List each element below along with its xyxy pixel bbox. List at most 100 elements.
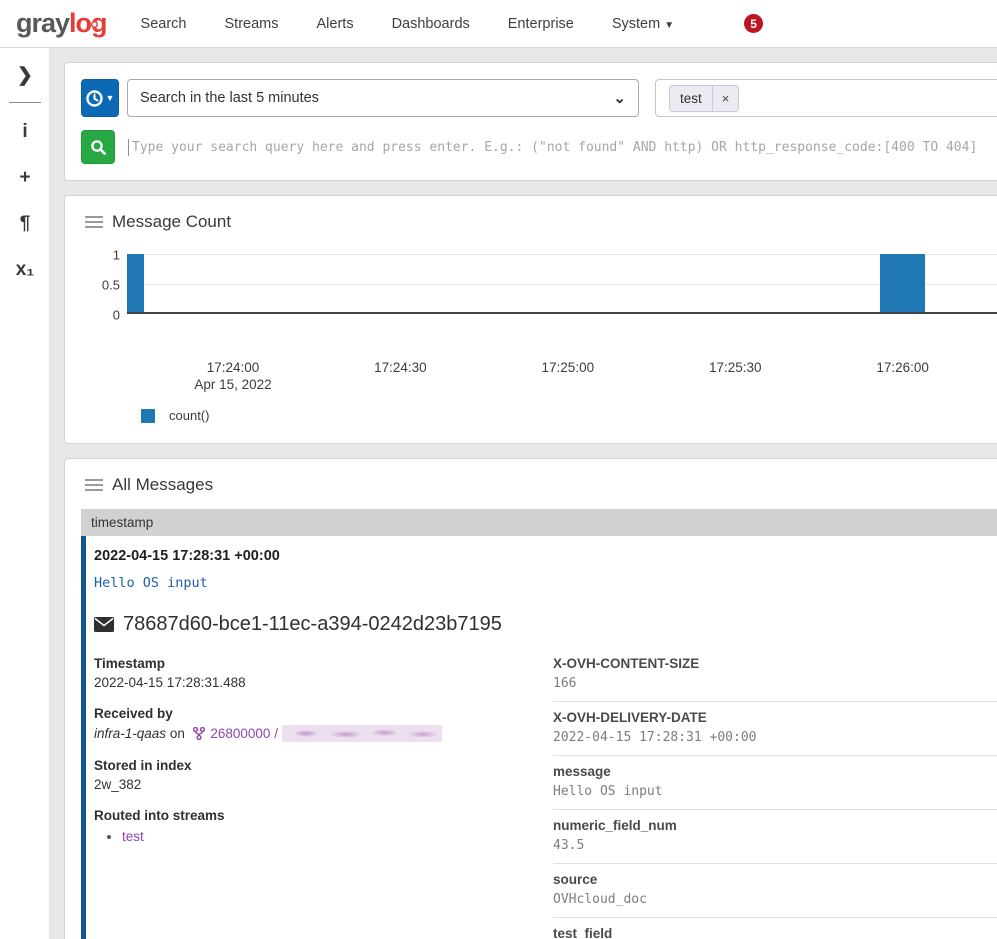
timerange-type-button[interactable]: ▼ <box>81 79 119 117</box>
routed-streams-list: test <box>122 829 527 844</box>
drag-handle-icon[interactable] <box>85 213 103 231</box>
streams-filter-input[interactable]: test× <box>655 79 997 117</box>
notification-badge[interactable]: 5 <box>744 14 763 33</box>
field-value: 166 <box>553 676 997 691</box>
field-value: Hello OS input <box>553 784 997 799</box>
nav-item-search[interactable]: Search <box>141 16 187 32</box>
chart-y-axis: 00.51 <box>85 254 125 316</box>
chart-gridline <box>127 254 997 255</box>
message-row: 2022-04-15 17:28:31 +00:00 Hello OS inpu… <box>81 536 997 939</box>
field-name[interactable]: X-OVH-DELIVERY-DATE <box>553 710 997 725</box>
timestamp-label: Timestamp <box>94 656 527 671</box>
timestamp-value: 2022-04-15 17:28:31.488 <box>94 675 527 690</box>
field-value: OVHcloud_doc <box>553 892 997 907</box>
search-submit-button[interactable] <box>81 130 115 164</box>
redacted-input-name <box>282 725 442 742</box>
field-value: 2022-04-15 17:28:31 +00:00 <box>553 730 997 745</box>
routed-stream-item: test <box>122 829 527 844</box>
chart-gridline <box>127 284 997 285</box>
subscript-icon[interactable]: x₁ <box>0 253 50 287</box>
query-placeholder: Type your search query here and press en… <box>132 140 977 155</box>
input-id-link[interactable]: 26800000 <box>210 726 270 741</box>
received-by-value: infra-1-qaas on 26800000 / <box>94 725 527 742</box>
nav-item-enterprise[interactable]: Enterprise <box>508 16 574 32</box>
nav-item-alerts[interactable]: Alerts <box>317 16 354 32</box>
stream-tag: test× <box>669 85 739 112</box>
x-tick-label: 17:24:30 <box>374 360 427 375</box>
field-row: test_fieldOVHcloud <box>553 917 997 939</box>
message-preview: Hello OS input <box>94 575 997 591</box>
x-tick-date-label: Apr 15, 2022 <box>194 377 271 392</box>
x-tick-label: 17:26:00 <box>876 360 929 375</box>
clock-icon <box>86 90 103 107</box>
stream-tag-label: test <box>670 91 712 106</box>
chart-legend: count() <box>141 408 997 423</box>
y-tick-label: 1 <box>113 248 120 263</box>
message-fields: X-OVH-CONTENT-SIZE 166 X-OVH-DELIVERY-DATE… <box>553 656 997 939</box>
caret-down-icon: ▼ <box>664 20 674 31</box>
y-tick-label: 0.5 <box>102 278 120 293</box>
legend-label: count() <box>169 408 209 423</box>
formatting-icon[interactable]: ¶ <box>0 207 50 241</box>
nav-item-dashboards[interactable]: Dashboards <box>392 16 470 32</box>
field-value: 43.5 <box>553 838 997 853</box>
search-icon <box>90 139 107 156</box>
node-name: infra-1-qaas <box>94 726 166 741</box>
chart-bar <box>127 254 144 312</box>
main-content: ▼ Search in the last 5 minutes ⌄ test× T… <box>50 48 997 939</box>
stored-index-value: 2w_382 <box>94 777 527 792</box>
message-id[interactable]: 78687d60-bce1-11ec-a394-0242d23b7195 <box>123 613 502 636</box>
message-count-chart: 00.51 17:24:00Apr 15, 2022 17:24:30 17:25:… <box>85 254 997 396</box>
timerange-select[interactable]: Search in the last 5 minutes ⌄ <box>127 79 639 117</box>
received-by-label: Received by <box>94 706 527 721</box>
field-name[interactable]: test_field <box>553 926 997 939</box>
logo-text-gray: gray <box>16 8 69 38</box>
field-name[interactable]: message <box>553 764 997 779</box>
timerange-selected-value: Search in the last 5 minutes <box>140 90 613 106</box>
drag-handle-icon[interactable] <box>85 476 103 494</box>
chart-bar <box>880 254 925 312</box>
y-tick-label: 0 <box>113 308 120 323</box>
top-navbar: graylog Search Streams Alerts Dashboards Ent… <box>0 0 997 48</box>
field-name[interactable]: X-OVH-CONTENT-SIZE <box>553 656 997 671</box>
caret-down-icon: ▼ <box>106 93 115 103</box>
messages-column-header[interactable]: timestamp <box>81 509 997 536</box>
expand-chevron-icon[interactable]: ❯ <box>0 58 50 92</box>
message-count-widget: Message Count 00.51 17:24:00Apr 15, 2022… <box>64 195 997 444</box>
stored-index-label: Stored in index <box>94 758 527 773</box>
routed-streams-label: Routed into streams <box>94 808 527 823</box>
stream-link[interactable]: test <box>122 829 144 844</box>
x-tick-label: 17:24:00Apr 15, 2022 <box>194 360 271 392</box>
graylog-logo[interactable]: graylog <box>16 8 107 39</box>
logo-compass-icon <box>91 21 98 28</box>
search-query-input[interactable]: Type your search query here and press en… <box>128 130 997 164</box>
widget-title: All Messages <box>112 475 213 495</box>
x-tick-label: 17:25:30 <box>709 360 762 375</box>
chevron-down-icon: ⌄ <box>613 89 626 107</box>
search-panel: ▼ Search in the last 5 minutes ⌄ test× T… <box>64 62 997 181</box>
input-fork-icon <box>193 728 209 743</box>
remove-stream-icon[interactable]: × <box>712 86 739 111</box>
text-cursor <box>128 139 129 156</box>
field-row: message Hello OS input <box>553 755 997 809</box>
chart-plot <box>127 254 997 314</box>
nav-item-streams[interactable]: Streams <box>225 16 279 32</box>
field-row: numeric_field_num 43.5 <box>553 809 997 863</box>
field-row: source OVHcloud_doc <box>553 863 997 917</box>
field-name[interactable]: source <box>553 872 997 887</box>
message-summary[interactable]: 2022-04-15 17:28:31 +00:00 Hello OS inpu… <box>94 548 997 591</box>
legend-swatch <box>141 409 155 423</box>
add-widget-icon[interactable]: + <box>0 161 50 195</box>
message-metadata: Timestamp 2022-04-15 17:28:31.488 Receiv… <box>94 656 527 939</box>
widget-title: Message Count <box>112 212 231 232</box>
envelope-icon <box>94 617 114 632</box>
all-messages-widget: All Messages timestamp 2022-04-15 17:28:… <box>64 458 997 939</box>
nav-item-system[interactable]: System▼ <box>612 16 674 32</box>
info-icon[interactable]: i <box>0 115 50 149</box>
nav-items: Search Streams Alerts Dashboards Enterprise S… <box>141 16 713 32</box>
left-sidebar: ❯ i + ¶ x₁ <box>0 48 50 939</box>
logo-text-log: log <box>69 8 107 38</box>
field-row: X-OVH-CONTENT-SIZE 166 <box>553 656 997 701</box>
field-name[interactable]: numeric_field_num <box>553 818 997 833</box>
sidebar-divider <box>9 102 41 103</box>
